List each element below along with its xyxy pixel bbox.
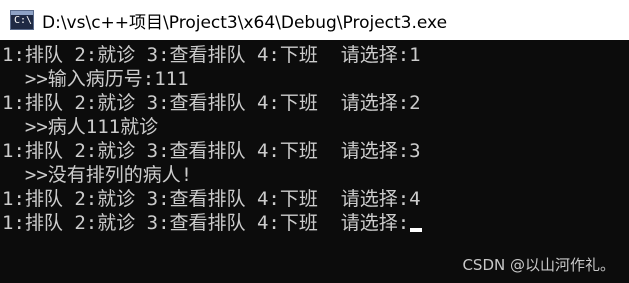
text-cursor	[410, 228, 423, 232]
console-output[interactable]: 1:排队 2:就诊 3:查看排队 4:下班 请选择:1 >>输入病历号:111 …	[2, 43, 626, 235]
console-line: >>病人111就诊	[2, 116, 159, 138]
console-line: 1:排队 2:就诊 3:查看排队 4:下班 请选择:1	[2, 44, 421, 66]
console-line: 1:排队 2:就诊 3:查看排队 4:下班 请选择:3	[2, 140, 421, 162]
console-line: >>没有排列的病人!	[2, 164, 193, 186]
console-prompt: 1:排队 2:就诊 3:查看排队 4:下班 请选择:	[2, 212, 410, 234]
console-line: 1:排队 2:就诊 3:查看排队 4:下班 请选择:2	[2, 92, 421, 114]
icon-glyph: C:\	[14, 15, 33, 26]
console-input-line[interactable]: 1:排队 2:就诊 3:查看排队 4:下班 请选择:	[2, 211, 626, 235]
console-line: 1:排队 2:就诊 3:查看排队 4:下班 请选择:4	[2, 188, 421, 210]
console-app-icon: C:\	[10, 10, 34, 30]
console-window: C:\ D:\vs\c++项目\Project3\x64\Debug\Proje…	[0, 0, 629, 283]
console-line: >>输入病历号:111	[2, 68, 189, 90]
window-title: D:\vs\c++项目\Project3\x64\Debug\Project3.…	[42, 12, 448, 33]
csdn-watermark: CSDN @以山河作礼。	[462, 256, 615, 274]
title-bar[interactable]: C:\ D:\vs\c++项目\Project3\x64\Debug\Proje…	[0, 0, 629, 40]
